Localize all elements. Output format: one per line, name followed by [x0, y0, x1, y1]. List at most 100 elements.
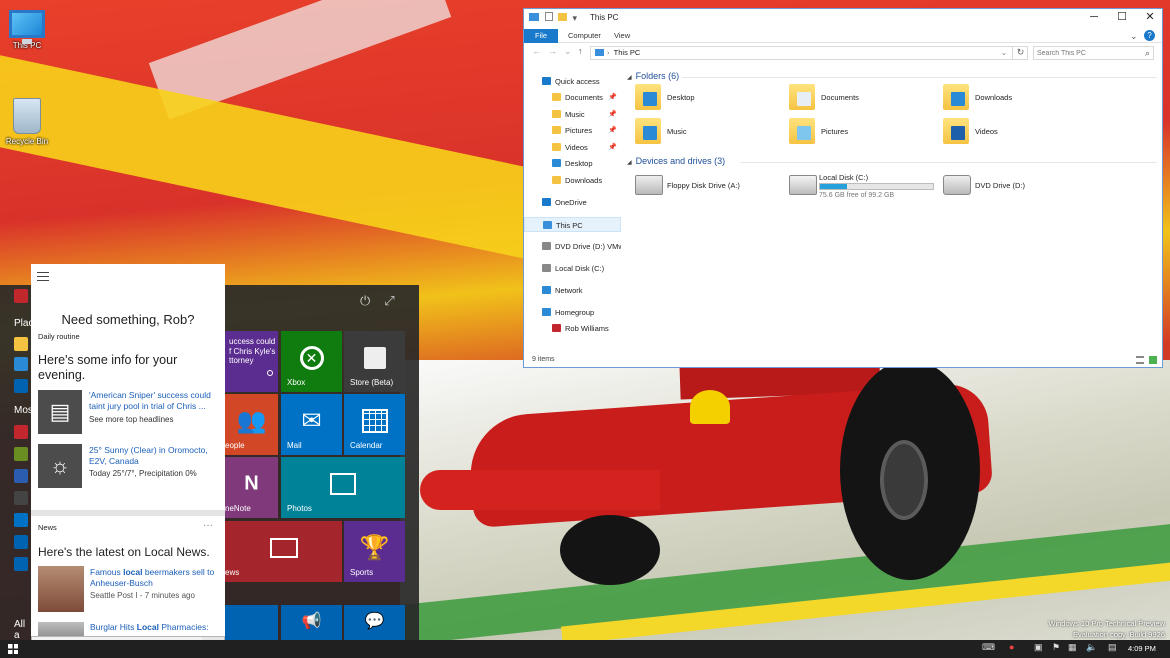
article-link[interactable]: Burglar Hits Local Pharmacies:: [90, 622, 220, 633]
headline-meta[interactable]: See more top headlines: [89, 415, 219, 425]
nav-item-this-pc[interactable]: This PC: [524, 217, 621, 232]
nav-item-onedrive[interactable]: OneDrive: [524, 195, 621, 210]
headline-link[interactable]: 'American Sniper' success could taint ju…: [89, 390, 219, 411]
tile-app[interactable]: 📢: [281, 605, 342, 640]
folder-desktop[interactable]: Desktop: [627, 84, 777, 114]
article-thumbnail[interactable]: [38, 566, 84, 612]
nav-item-desktop[interactable]: Desktop: [524, 156, 621, 171]
app-icon[interactable]: [14, 469, 28, 483]
search-box[interactable]: ⌕: [1033, 46, 1154, 60]
title-bar[interactable]: ▾ This PC ─ ☐ ✕: [524, 9, 1162, 27]
nav-item-documents[interactable]: Documents 📌: [524, 90, 621, 105]
folder-documents[interactable]: Documents: [781, 84, 931, 114]
nav-item-network[interactable]: Network: [524, 283, 621, 298]
taskbar-clock[interactable]: 4:09 PM: [1128, 644, 1156, 653]
large-icons-view-icon[interactable]: [1149, 356, 1157, 364]
nav-item-videos[interactable]: Videos 📌: [524, 140, 621, 155]
folder-icon[interactable]: [14, 337, 28, 351]
keyboard-icon[interactable]: ⌨: [982, 642, 995, 653]
drive-dvd[interactable]: DVD Drive (D:): [935, 169, 1095, 203]
pin-icon[interactable]: 📌: [608, 90, 617, 105]
folder-pictures[interactable]: Pictures: [781, 118, 931, 148]
help-icon[interactable]: ?: [1144, 30, 1155, 41]
up-arrow-icon[interactable]: ↑: [578, 46, 583, 56]
onedrive-icon: [542, 198, 551, 206]
minimize-button[interactable]: ─: [1080, 9, 1108, 27]
tile-sports[interactable]: 🏆 Sports: [344, 521, 405, 582]
hamburger-menu-icon[interactable]: [37, 272, 49, 281]
chevron-down-icon[interactable]: ⌄: [1001, 47, 1007, 59]
tile-photos[interactable]: Photos: [281, 457, 405, 518]
tile-news[interactable]: ews: [225, 521, 342, 582]
app-icon[interactable]: [14, 425, 28, 439]
nav-item-local-disk-c[interactable]: Local Disk (C:): [524, 261, 621, 276]
pin-icon[interactable]: 📌: [608, 140, 617, 155]
chevron-down-icon[interactable]: ▾: [573, 13, 578, 23]
article-link[interactable]: Famous local beermakers sell to Anheuser…: [90, 567, 220, 588]
tab-file[interactable]: File: [524, 29, 558, 43]
app-icon[interactable]: [14, 535, 28, 549]
nav-item-downloads[interactable]: Downloads: [524, 173, 621, 188]
nav-item-quick-access[interactable]: Quick access: [524, 74, 621, 89]
app-icon[interactable]: [14, 513, 28, 527]
tile-label: Mail: [287, 441, 302, 450]
drives-group-header[interactable]: ◢ Devices and drives (3): [627, 156, 725, 166]
action-center-icon[interactable]: ⚑: [1052, 642, 1060, 653]
expand-icon[interactable]: ⤢: [384, 293, 394, 308]
settings-icon[interactable]: [14, 557, 28, 571]
notifications-icon[interactable]: ▤: [1108, 642, 1117, 653]
close-button[interactable]: ✕: [1136, 9, 1164, 27]
folder-music[interactable]: Music: [627, 118, 777, 148]
pin-icon[interactable]: 📌: [608, 107, 617, 122]
tile-onenote[interactable]: N neNote: [225, 457, 278, 518]
pin-icon[interactable]: 📌: [608, 123, 617, 138]
folder-videos[interactable]: Videos: [935, 118, 1085, 148]
details-view-icon[interactable]: [1136, 356, 1144, 364]
app-icon[interactable]: [14, 289, 28, 303]
desktop-icon-recycle-bin[interactable]: Recycle Bin: [0, 98, 54, 146]
app-icon[interactable]: [14, 491, 28, 505]
app-tray-icon[interactable]: ▣: [1034, 642, 1043, 653]
refresh-icon[interactable]: ↻: [1012, 46, 1028, 60]
nav-item-dvd-drive-d-vmw[interactable]: DVD Drive (D:) VMw: [524, 239, 621, 254]
desktop-icon-this-pc[interactable]: This PC: [0, 10, 54, 50]
divider: [31, 510, 225, 516]
power-icon[interactable]: ⏻: [360, 293, 370, 308]
all-apps-label[interactable]: All a: [14, 619, 31, 641]
tile-calendar[interactable]: Calendar: [344, 394, 405, 455]
back-arrow-icon[interactable]: ←: [532, 46, 541, 56]
app-icon[interactable]: [14, 447, 28, 461]
pictures-icon[interactable]: [14, 357, 28, 371]
tab-computer[interactable]: Computer: [560, 29, 609, 43]
nav-item-pictures[interactable]: Pictures 📌: [524, 123, 621, 138]
volume-icon[interactable]: 🔈: [1086, 642, 1097, 653]
properties-icon[interactable]: [544, 12, 553, 21]
nav-item-rob-williams[interactable]: Rob Williams: [524, 321, 621, 336]
tile-people[interactable]: 👥 eople: [225, 394, 278, 455]
search-input[interactable]: [1037, 48, 1137, 59]
tile-news-feed[interactable]: uccess could f Chris Kyle's ttorney: [225, 331, 278, 392]
chevron-down-icon[interactable]: ⌄: [564, 46, 572, 57]
maximize-button[interactable]: ☐: [1108, 9, 1136, 27]
address-field[interactable]: › This PC ⌄: [590, 46, 1028, 60]
nav-item-music[interactable]: Music 📌: [524, 107, 621, 122]
forward-arrow-icon[interactable]: →: [548, 46, 557, 56]
tile-store[interactable]: Store (Beta): [344, 331, 405, 392]
new-folder-icon[interactable]: [558, 13, 568, 21]
folders-group-header[interactable]: ◢ Folders (6): [627, 71, 679, 81]
drive-floppy[interactable]: Floppy Disk Drive (A:): [627, 169, 787, 203]
weather-link[interactable]: 25° Sunny (Clear) in Oromocto, E2V, Cana…: [89, 445, 219, 466]
tile-xbox[interactable]: ✕ Xbox: [281, 331, 342, 392]
tile-mail[interactable]: ✉ Mail: [281, 394, 342, 455]
settings-icon[interactable]: [14, 379, 28, 393]
start-button[interactable]: [0, 640, 26, 658]
tab-view[interactable]: View: [606, 29, 638, 43]
chevron-down-icon[interactable]: ⌄: [1130, 29, 1138, 43]
nav-item-homegroup[interactable]: Homegroup: [524, 305, 621, 320]
security-icon[interactable]: ●: [1009, 642, 1014, 652]
tile-app[interactable]: 💬: [344, 605, 405, 640]
tile-app[interactable]: [225, 605, 278, 640]
network-icon[interactable]: ▦: [1068, 642, 1077, 653]
folder-downloads[interactable]: Downloads: [935, 84, 1085, 114]
more-options-icon[interactable]: ···: [203, 520, 213, 531]
